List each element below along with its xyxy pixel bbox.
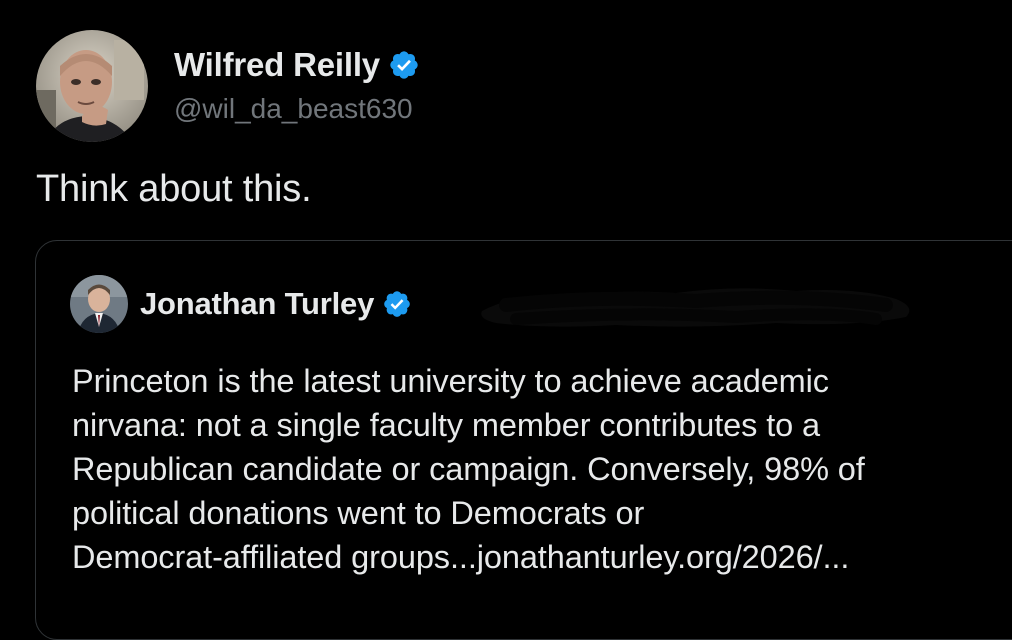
- quoted-tweet-header: Jonathan Turley: [70, 275, 412, 333]
- author-text: Wilfred Reilly @wil_da_beast630: [174, 43, 420, 125]
- quoted-tweet-card[interactable]: Jonathan Turley Princeton is the latest …: [35, 240, 1012, 640]
- tweet: Wilfred Reilly @wil_da_beast630 Think ab…: [0, 0, 1012, 640]
- quoted-text-line: Princeton is the latest university to ac…: [72, 363, 829, 399]
- author-avatar[interactable]: [36, 30, 148, 142]
- tweet-author: Wilfred Reilly @wil_da_beast630: [36, 30, 420, 142]
- avatar-photo-icon: [70, 275, 128, 333]
- quoted-author-avatar[interactable]: [70, 275, 128, 333]
- avatar-photo-icon: [36, 30, 148, 142]
- verified-badge-icon[interactable]: [382, 289, 412, 319]
- name-line: Wilfred Reilly: [174, 43, 420, 87]
- quoted-text-line[interactable]: Democrat-affiliated groups...jonathantur…: [72, 535, 1012, 579]
- author-display-name[interactable]: Wilfred Reilly: [174, 46, 380, 84]
- quoted-text-line: nirvana: not a single faculty member con…: [72, 407, 821, 443]
- verified-badge-icon[interactable]: [388, 49, 420, 81]
- redaction-scribble: [481, 288, 910, 327]
- quoted-text-line: political donations went to Democrats or: [72, 495, 645, 531]
- author-handle[interactable]: @wil_da_beast630: [174, 93, 420, 125]
- quoted-tweet-text: Princeton is the latest university to ac…: [72, 359, 1012, 579]
- quoted-text-line: Republican candidate or campaign. Conver…: [72, 451, 865, 487]
- tweet-text: Think about this.: [36, 168, 312, 210]
- quoted-author-display-name[interactable]: Jonathan Turley: [140, 286, 374, 322]
